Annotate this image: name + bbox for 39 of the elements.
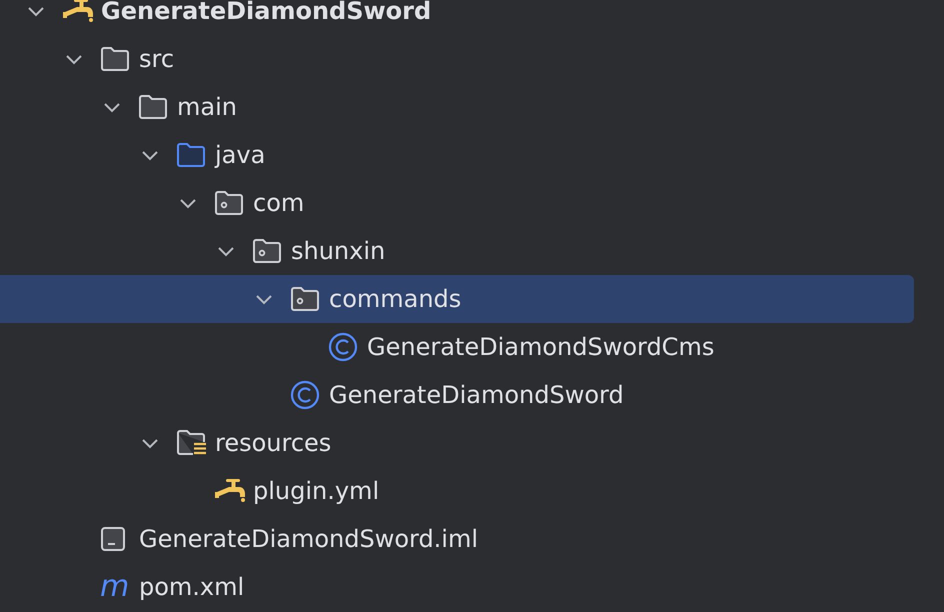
resources-folder-icon [176, 429, 208, 457]
tree-item-label: GenerateDiamondSword.iml [139, 525, 478, 553]
tree-item-label: plugin.yml [253, 477, 380, 505]
tree-row[interactable]: GenerateDiamondSwordCms [0, 323, 914, 371]
tree-row[interactable]: java [0, 131, 914, 179]
tree-item-label: main [177, 93, 237, 121]
faucet-icon [62, 0, 96, 24]
tree-row[interactable]: GenerateDiamondSword [0, 371, 914, 419]
folder-icon [138, 94, 168, 120]
folder-icon [176, 142, 206, 168]
tree-row[interactable]: GenerateDiamondSword [0, 0, 914, 35]
maven-icon: m [100, 572, 130, 602]
tree-item-label: shunxin [291, 237, 386, 265]
package-folder-icon [214, 190, 244, 216]
tree-item-label: com [253, 189, 304, 217]
tree-item-label: commands [329, 285, 462, 313]
package-folder-icon [252, 238, 282, 264]
class-icon [328, 332, 358, 362]
project-name: GenerateDiamondSword [101, 0, 432, 25]
tree-row[interactable]: GenerateDiamondSword.iml [0, 515, 914, 563]
tree-row[interactable]: shunxin [0, 227, 914, 275]
package-folder-icon [290, 286, 320, 312]
tree-item-label: java [215, 141, 266, 169]
class-icon [290, 380, 320, 410]
tree-row[interactable]: main [0, 83, 914, 131]
folder-icon [100, 46, 130, 72]
tree-item-label: GenerateDiamondSword [329, 381, 624, 409]
tree-item-label: resources [215, 429, 332, 457]
tree-row[interactable]: src [0, 35, 914, 83]
tree-item-label: src [139, 45, 174, 73]
tree-row[interactable]: commands [0, 275, 914, 323]
tree-row[interactable]: plugin.yml [0, 467, 914, 515]
faucet-icon [214, 478, 248, 504]
tree-row[interactable]: resources [0, 419, 914, 467]
tree-row[interactable]: com [0, 179, 914, 227]
module-file-icon [100, 526, 126, 552]
tree-row[interactable]: m pom.xml [0, 563, 914, 611]
tree-item-label: pom.xml [139, 573, 244, 601]
tree-item-label: GenerateDiamondSwordCms [367, 333, 714, 361]
